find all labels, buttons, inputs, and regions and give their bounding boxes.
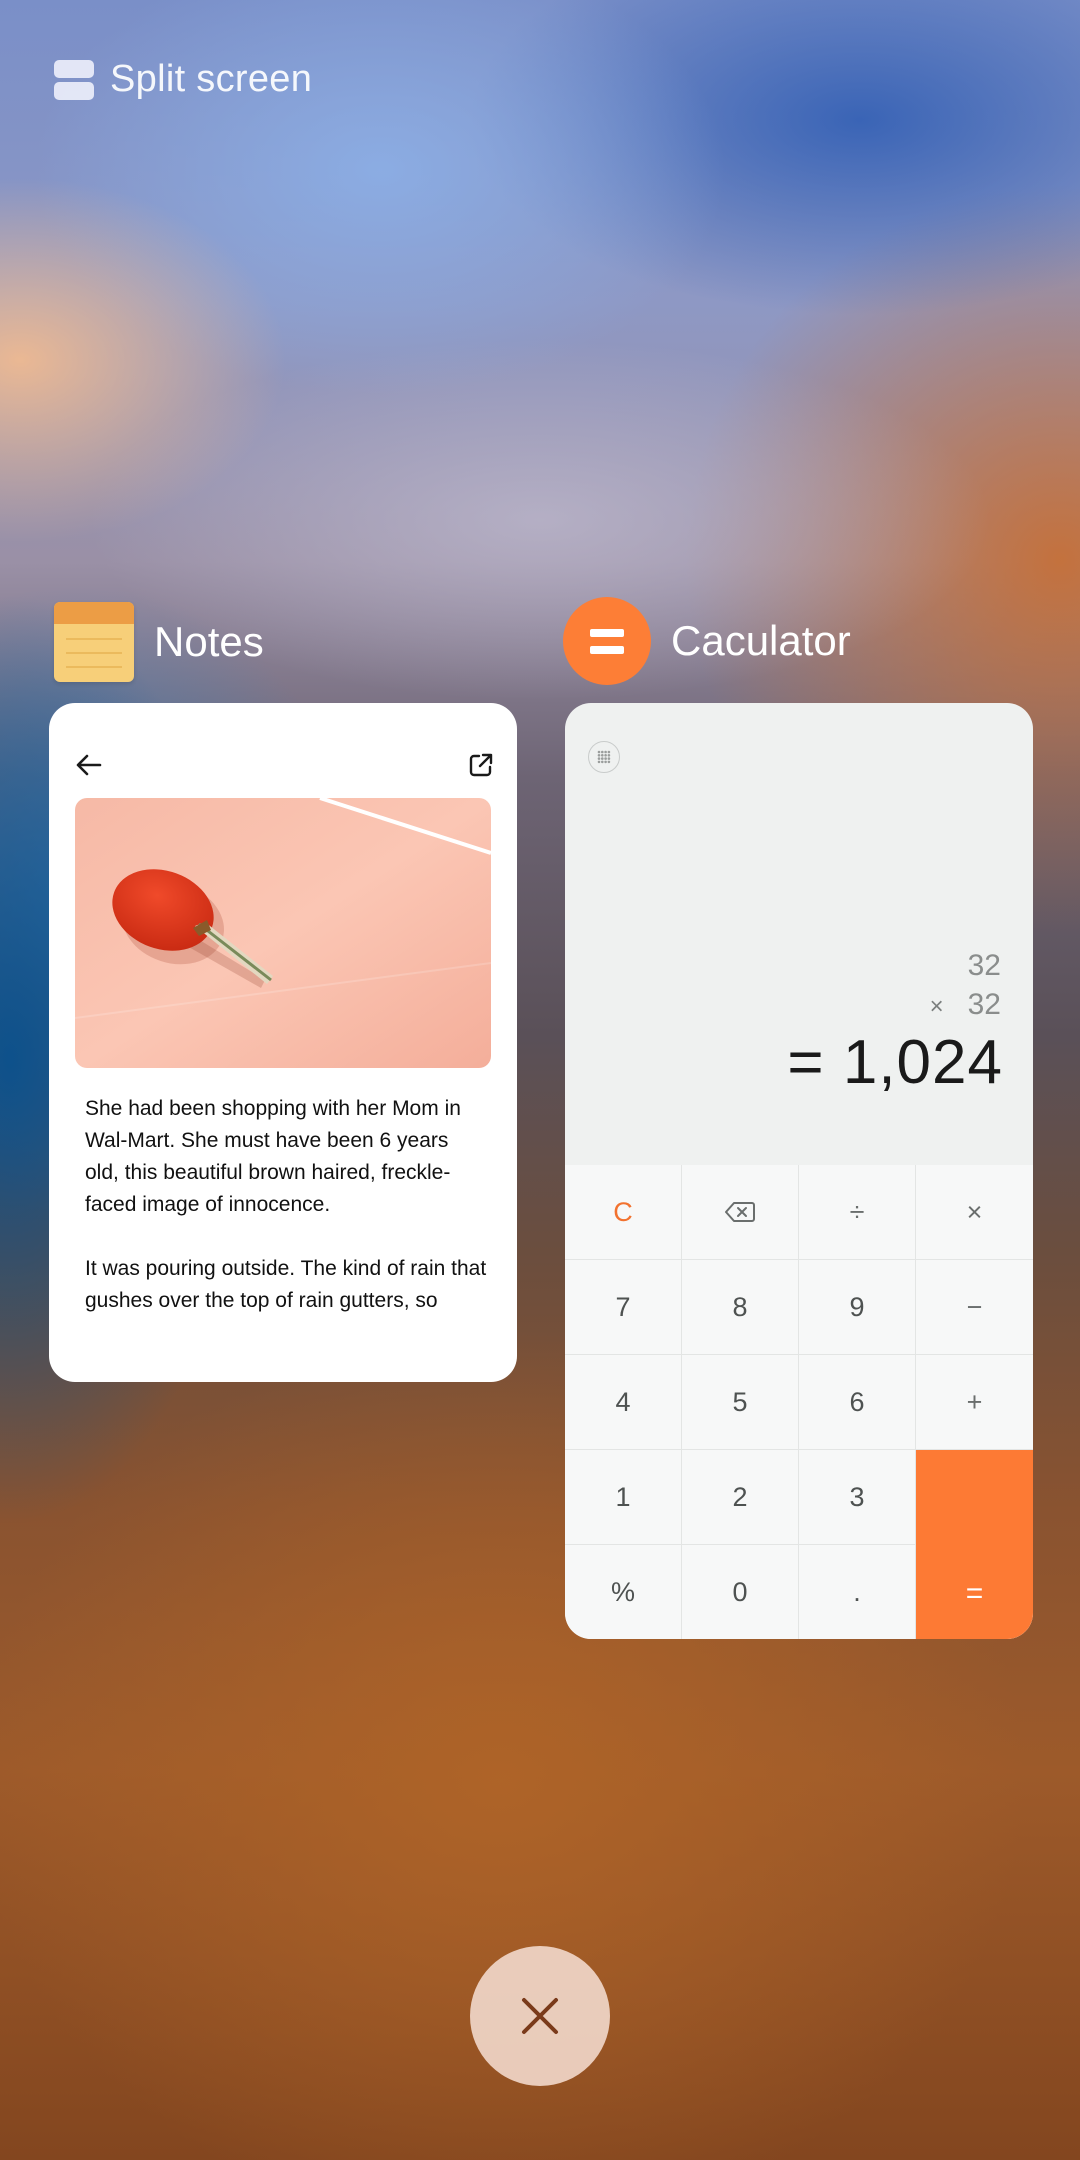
expression-operator: × bbox=[929, 993, 944, 1020]
digit-6-button[interactable]: 6 bbox=[799, 1355, 916, 1450]
note-paragraph: It was pouring outside. The kind of rain… bbox=[85, 1257, 487, 1312]
notes-app-header: Notes bbox=[54, 602, 264, 682]
note-body: She had been shopping with her Mom in Wa… bbox=[85, 1093, 495, 1349]
percent-button[interactable]: % bbox=[565, 1545, 682, 1639]
digit-4-button[interactable]: 4 bbox=[565, 1355, 682, 1450]
digit-5-button[interactable]: 5 bbox=[682, 1355, 799, 1450]
close-button[interactable] bbox=[470, 1946, 610, 2086]
ping-pong-paddle-photo bbox=[75, 798, 491, 1068]
digit-2-button[interactable]: 2 bbox=[682, 1450, 799, 1545]
equals-button[interactable]: = bbox=[916, 1450, 1033, 1639]
calculator-app-header: Caculator bbox=[563, 597, 851, 685]
digit-8-button[interactable]: 8 bbox=[682, 1260, 799, 1355]
calculator-result: = 1,024 bbox=[787, 1028, 1003, 1097]
close-icon bbox=[522, 1998, 558, 2034]
backspace-icon bbox=[725, 1202, 755, 1222]
backspace-button[interactable] bbox=[682, 1165, 799, 1260]
expression-line: 32 bbox=[967, 949, 1001, 982]
digit-9-button[interactable]: 9 bbox=[799, 1260, 916, 1355]
open-external-icon[interactable] bbox=[457, 741, 505, 789]
split-screen-label: Split screen bbox=[110, 58, 313, 100]
multiply-button[interactable]: × bbox=[916, 1165, 1033, 1260]
subtract-button[interactable]: − bbox=[916, 1260, 1033, 1355]
expression-line: 32 bbox=[967, 988, 1001, 1021]
note-paragraph: She had been shopping with her Mom in Wa… bbox=[85, 1097, 461, 1216]
notes-app-card[interactable]: She had been shopping with her Mom in Wa… bbox=[49, 703, 517, 1382]
grid-dots-icon[interactable] bbox=[588, 741, 620, 773]
split-screen-header: Split screen bbox=[54, 58, 312, 101]
calculator-expression: 32 × 32 bbox=[930, 946, 1001, 1026]
split-screen-icon bbox=[54, 59, 94, 100]
digit-7-button[interactable]: 7 bbox=[565, 1260, 682, 1355]
calculator-keypad: C ÷ × 7 8 9 − 4 5 6 + 1 2 3 % 0 . = bbox=[565, 1165, 1033, 1639]
digit-3-button[interactable]: 3 bbox=[799, 1450, 916, 1545]
notes-app-title: Notes bbox=[154, 618, 264, 665]
digit-1-button[interactable]: 1 bbox=[565, 1450, 682, 1545]
calculator-app-card[interactable]: 32 × 32 = 1,024 C ÷ × 7 8 9 − 4 5 6 + 1 … bbox=[565, 703, 1033, 1639]
calculator-app-icon bbox=[563, 597, 651, 685]
digit-0-button[interactable]: 0 bbox=[682, 1545, 799, 1639]
notes-app-icon bbox=[54, 602, 134, 682]
recents-screen: Split screen Notes Caculator She had bee… bbox=[0, 0, 1080, 2160]
add-button[interactable]: + bbox=[916, 1355, 1033, 1450]
decimal-point-button[interactable]: . bbox=[799, 1545, 916, 1639]
clear-button[interactable]: C bbox=[565, 1165, 682, 1260]
arrow-left-icon[interactable] bbox=[65, 741, 113, 789]
calculator-app-title: Caculator bbox=[671, 617, 851, 664]
divide-button[interactable]: ÷ bbox=[799, 1165, 916, 1260]
